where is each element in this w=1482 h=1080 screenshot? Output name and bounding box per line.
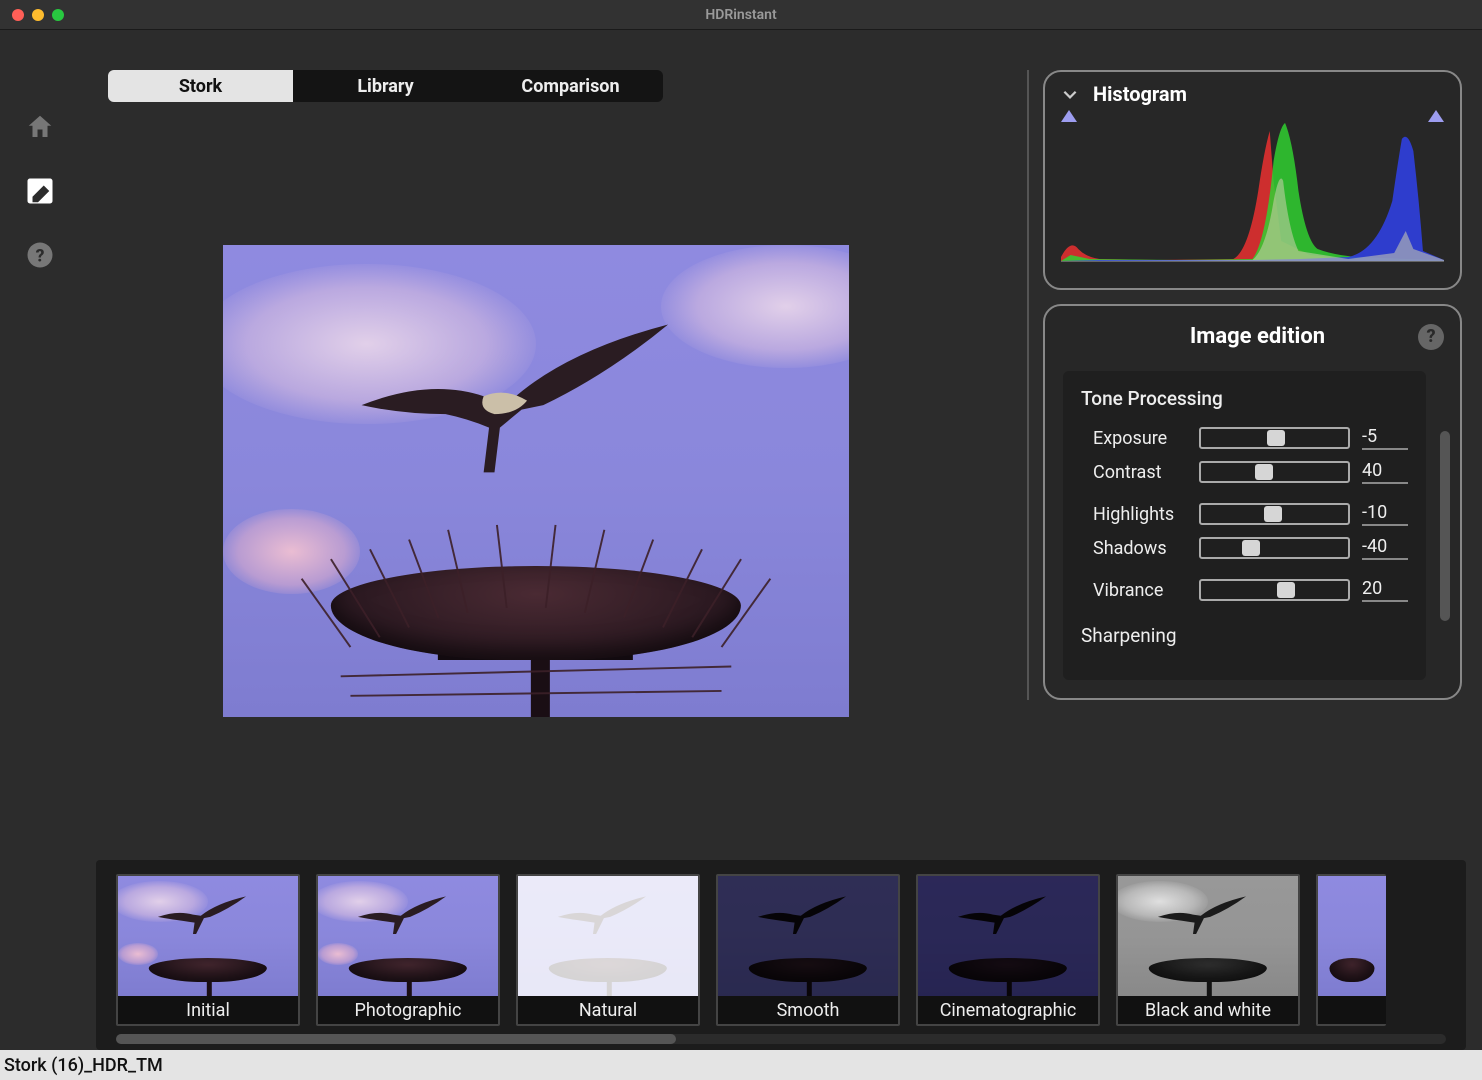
exposure-label: Exposure bbox=[1093, 428, 1187, 449]
shadows-slider[interactable] bbox=[1199, 537, 1350, 559]
exposure-slider[interactable] bbox=[1199, 427, 1350, 449]
presets-strip: Initial Photographic Natural Smooth Cine… bbox=[96, 860, 1466, 1050]
highlights-value[interactable]: -10 bbox=[1362, 502, 1408, 526]
left-rail: ? bbox=[0, 30, 80, 1050]
edit-icon[interactable] bbox=[23, 174, 57, 208]
contrast-value[interactable]: 40 bbox=[1362, 460, 1408, 484]
preset-black-and-white[interactable]: Black and white bbox=[1116, 874, 1300, 1026]
preset-label bbox=[1318, 996, 1386, 1024]
preset-label: Black and white bbox=[1118, 996, 1298, 1024]
view-tabs: Stork Library Comparison bbox=[108, 70, 663, 102]
tab-comparison[interactable]: Comparison bbox=[478, 70, 663, 102]
highlights-slider[interactable] bbox=[1199, 503, 1350, 525]
histogram-panel: Histogram bbox=[1043, 70, 1462, 290]
image-edition-help-icon[interactable]: ? bbox=[1418, 324, 1444, 350]
window-maximize-button[interactable] bbox=[52, 9, 64, 21]
window-minimize-button[interactable] bbox=[32, 9, 44, 21]
preset-cinematographic[interactable]: Cinematographic bbox=[916, 874, 1100, 1026]
preset-smooth[interactable]: Smooth bbox=[716, 874, 900, 1026]
vibrance-value[interactable]: 20 bbox=[1362, 578, 1408, 602]
preset-label: Cinematographic bbox=[918, 996, 1098, 1024]
preset-label: Smooth bbox=[718, 996, 898, 1024]
histogram-title: Histogram bbox=[1093, 82, 1187, 106]
exposure-value[interactable]: -5 bbox=[1362, 426, 1408, 450]
histogram-chart[interactable] bbox=[1061, 112, 1444, 262]
window-controls bbox=[0, 9, 64, 21]
home-icon[interactable] bbox=[23, 110, 57, 144]
vibrance-slider[interactable] bbox=[1199, 579, 1350, 601]
tab-stork[interactable]: Stork bbox=[108, 70, 293, 102]
preset-label: Initial bbox=[118, 996, 298, 1024]
sharpening-heading: Sharpening bbox=[1081, 624, 1408, 647]
preset-photographic[interactable]: Photographic bbox=[316, 874, 500, 1026]
vibrance-label: Vibrance bbox=[1093, 580, 1187, 601]
chevron-down-icon[interactable] bbox=[1061, 85, 1079, 103]
statusbar-filename: Stork (16)_HDR_TM bbox=[4, 1055, 163, 1076]
help-icon[interactable]: ? bbox=[23, 238, 57, 272]
app-title: HDRinstant bbox=[0, 7, 1482, 23]
image-edition-title: Image edition bbox=[1190, 324, 1325, 349]
shadows-value[interactable]: -40 bbox=[1362, 536, 1408, 560]
shadows-label: Shadows bbox=[1093, 538, 1187, 559]
preset-label: Natural bbox=[518, 996, 698, 1024]
statusbar: Stork (16)_HDR_TM bbox=[0, 1050, 1482, 1080]
image-edition-panel: Image edition ? Tone Processing Exposure… bbox=[1043, 304, 1462, 700]
window-close-button[interactable] bbox=[12, 9, 24, 21]
contrast-label: Contrast bbox=[1093, 462, 1187, 483]
contrast-slider[interactable] bbox=[1199, 461, 1350, 483]
preset-label: Photographic bbox=[318, 996, 498, 1024]
tone-processing-heading: Tone Processing bbox=[1081, 387, 1408, 410]
tab-library[interactable]: Library bbox=[293, 70, 478, 102]
image-preview[interactable] bbox=[223, 245, 849, 717]
presets-scrollbar[interactable] bbox=[116, 1034, 1446, 1044]
preset-next-partial[interactable] bbox=[1316, 874, 1386, 1026]
preset-natural[interactable]: Natural bbox=[516, 874, 700, 1026]
edit-panel-scrollbar[interactable] bbox=[1440, 371, 1450, 680]
highlights-label: Highlights bbox=[1093, 504, 1187, 525]
preset-initial[interactable]: Initial bbox=[116, 874, 300, 1026]
svg-text:?: ? bbox=[36, 246, 45, 266]
titlebar: HDRinstant bbox=[0, 0, 1482, 30]
